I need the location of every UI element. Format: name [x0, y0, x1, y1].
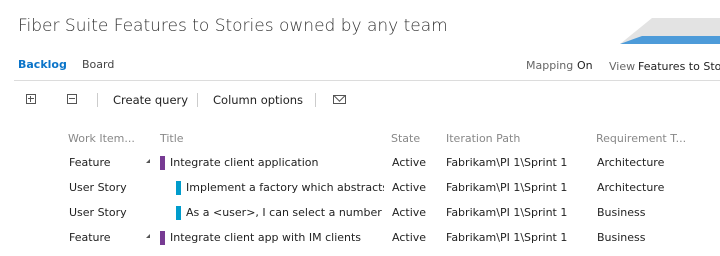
- requirement-type-cell: Architecture: [597, 181, 665, 194]
- create-query-button[interactable]: Create query: [113, 93, 188, 107]
- page-title: Fiber Suite Features to Stories owned by…: [18, 16, 448, 36]
- state-cell: Active: [392, 231, 427, 244]
- expand-all-icon[interactable]: [26, 94, 36, 104]
- title-cell[interactable]: Integrate client application: [170, 156, 385, 169]
- mail-icon[interactable]: [333, 95, 346, 104]
- work-item-color-bar: [160, 156, 165, 170]
- cumulative-flow-thumbnail[interactable]: [612, 10, 720, 48]
- work-item-color-bar: [176, 206, 181, 220]
- table-row[interactable]: Feature Integrate client application Act…: [0, 156, 720, 181]
- requirement-type-cell: Business: [597, 231, 646, 244]
- table-row[interactable]: User Story As a <user>, I can select a n…: [0, 206, 720, 231]
- work-item-type-cell: User Story: [69, 181, 127, 194]
- mapping-toggle[interactable]: On: [577, 59, 593, 72]
- work-item-color-bar: [160, 231, 165, 245]
- table-row[interactable]: Feature Integrate client app with IM cli…: [0, 231, 720, 256]
- requirement-type-cell: Architecture: [597, 156, 665, 169]
- column-header-state[interactable]: State: [391, 132, 420, 145]
- requirement-type-cell: Business: [597, 206, 646, 219]
- state-cell: Active: [392, 181, 427, 194]
- iteration-path-cell: Fabrikam\PI 1\Sprint 1: [446, 206, 568, 219]
- toolbar-divider: [97, 93, 98, 107]
- column-options-button[interactable]: Column options: [213, 93, 303, 107]
- title-cell[interactable]: As a <user>, I can select a number ...: [186, 206, 384, 219]
- collapse-all-icon[interactable]: [67, 94, 77, 104]
- collapse-row-icon[interactable]: [146, 234, 150, 238]
- work-item-type-cell: Feature: [69, 156, 111, 169]
- view-selector[interactable]: Features to Sto: [638, 60, 720, 73]
- toolbar-divider: [197, 93, 198, 107]
- work-item-type-cell: User Story: [69, 206, 127, 219]
- state-cell: Active: [392, 206, 427, 219]
- toolbar-divider: [315, 93, 316, 107]
- view-label: View: [609, 60, 636, 73]
- iteration-path-cell: Fabrikam\PI 1\Sprint 1: [446, 231, 568, 244]
- header-divider: [14, 80, 720, 81]
- table-row[interactable]: User Story Implement a factory which abs…: [0, 181, 720, 206]
- column-header-requirement-type[interactable]: Requirement T...: [596, 132, 686, 145]
- tab-board[interactable]: Board: [82, 58, 114, 71]
- iteration-path-cell: Fabrikam\PI 1\Sprint 1: [446, 156, 568, 169]
- column-header-title[interactable]: Title: [160, 132, 184, 145]
- column-header-iteration-path[interactable]: Iteration Path: [446, 132, 520, 145]
- tab-backlog[interactable]: Backlog: [18, 58, 67, 71]
- column-header-work-item-type[interactable]: Work Item...: [68, 132, 135, 145]
- state-cell: Active: [392, 156, 427, 169]
- title-cell[interactable]: Integrate client app with IM clients: [170, 231, 385, 244]
- iteration-path-cell: Fabrikam\PI 1\Sprint 1: [446, 181, 568, 194]
- title-cell[interactable]: Implement a factory which abstracts: [186, 181, 384, 194]
- collapse-row-icon[interactable]: [146, 159, 150, 163]
- toolbar: Create query Column options: [0, 93, 720, 109]
- work-item-type-cell: Feature: [69, 231, 111, 244]
- mapping-label: Mapping: [526, 59, 574, 72]
- work-item-color-bar: [176, 181, 181, 195]
